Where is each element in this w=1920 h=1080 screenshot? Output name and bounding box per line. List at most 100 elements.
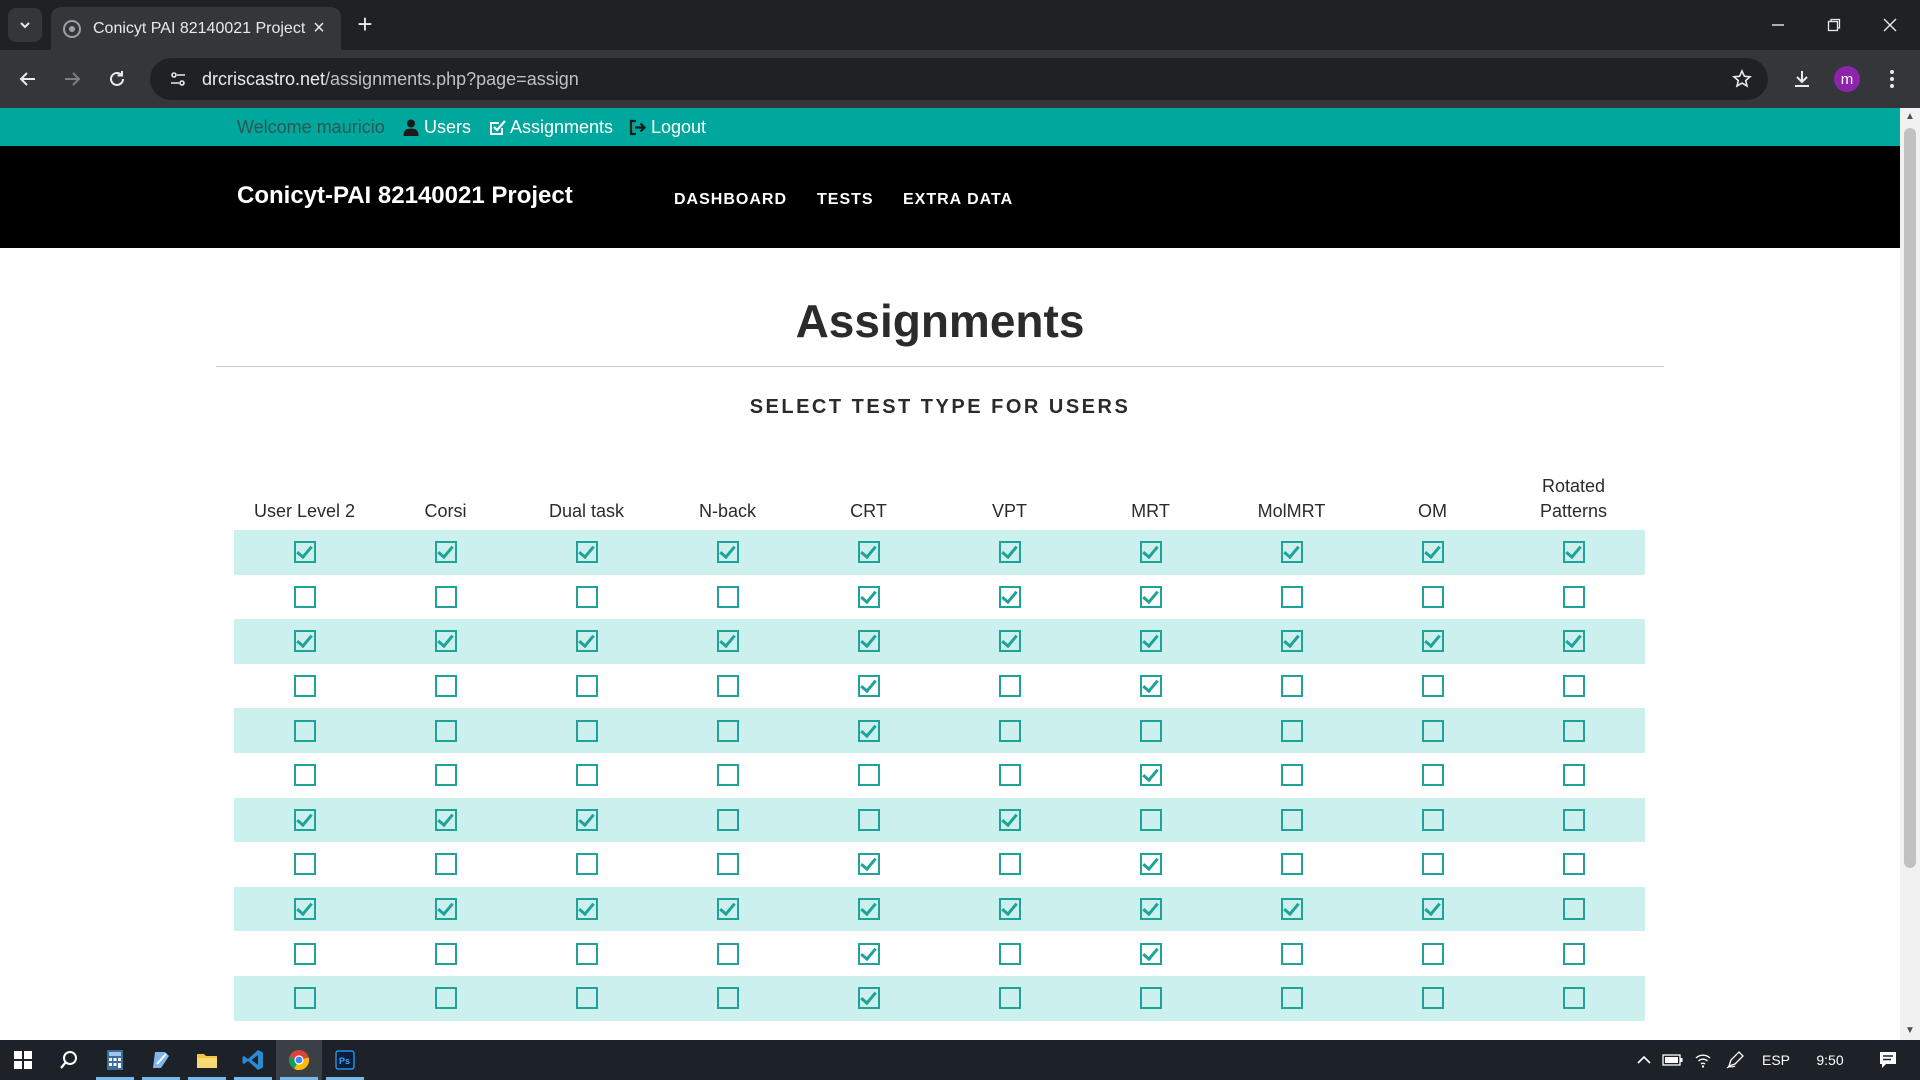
logout-link[interactable]: Logout — [629, 117, 706, 138]
checkbox-unchecked[interactable] — [1562, 942, 1585, 965]
checkbox-unchecked[interactable] — [1562, 898, 1585, 921]
url-text[interactable]: drcriscastro.net/assignments.php?page=as… — [202, 69, 579, 90]
checkbox-unchecked[interactable] — [1562, 719, 1585, 742]
checkbox-unchecked[interactable] — [434, 585, 457, 608]
checkbox-checked[interactable] — [293, 630, 316, 653]
checkbox-unchecked[interactable] — [716, 853, 739, 876]
checkbox-unchecked[interactable] — [1421, 675, 1444, 698]
checkbox-unchecked[interactable] — [575, 853, 598, 876]
checkbox-checked[interactable] — [1421, 898, 1444, 921]
checkbox-unchecked[interactable] — [998, 764, 1021, 787]
restore-button[interactable] — [1806, 0, 1862, 50]
checkbox-checked[interactable] — [434, 630, 457, 653]
checkbox-unchecked[interactable] — [1139, 987, 1162, 1010]
checkbox-checked[interactable] — [434, 808, 457, 831]
checkbox-unchecked[interactable] — [716, 764, 739, 787]
checkbox-unchecked[interactable] — [1280, 719, 1303, 742]
reload-button[interactable] — [101, 63, 133, 95]
checkbox-unchecked[interactable] — [293, 942, 316, 965]
checkbox-unchecked[interactable] — [575, 585, 598, 608]
checkbox-checked[interactable] — [1139, 585, 1162, 608]
checkbox-unchecked[interactable] — [1280, 675, 1303, 698]
nav-dashboard[interactable]: DASHBOARD — [674, 191, 787, 209]
checkbox-checked[interactable] — [857, 675, 880, 698]
checkbox-checked[interactable] — [998, 585, 1021, 608]
checkbox-unchecked[interactable] — [1280, 853, 1303, 876]
checkbox-checked[interactable] — [293, 541, 316, 564]
checkbox-unchecked[interactable] — [293, 987, 316, 1010]
checkbox-checked[interactable] — [434, 898, 457, 921]
checkbox-unchecked[interactable] — [1421, 987, 1444, 1010]
checkbox-unchecked[interactable] — [998, 719, 1021, 742]
checkbox-checked[interactable] — [575, 630, 598, 653]
minimize-button[interactable] — [1750, 0, 1806, 50]
checkbox-unchecked[interactable] — [1280, 808, 1303, 831]
checkbox-checked[interactable] — [575, 808, 598, 831]
assignments-link[interactable]: Assignments — [488, 117, 613, 138]
checkbox-unchecked[interactable] — [575, 987, 598, 1010]
search-button[interactable] — [46, 1040, 92, 1080]
checkbox-unchecked[interactable] — [716, 675, 739, 698]
checkbox-unchecked[interactable] — [293, 853, 316, 876]
tray-overflow-button[interactable] — [1632, 1040, 1656, 1080]
tab-close-icon[interactable]: × — [309, 17, 329, 40]
bookmark-star-icon[interactable] — [1730, 67, 1754, 91]
nav-extra-data[interactable]: EXTRA DATA — [903, 191, 1013, 209]
checkbox-unchecked[interactable] — [293, 719, 316, 742]
checkbox-unchecked[interactable] — [716, 942, 739, 965]
checkbox-checked[interactable] — [434, 541, 457, 564]
taskbar-photoshop[interactable]: Ps — [322, 1040, 368, 1080]
checkbox-unchecked[interactable] — [1139, 808, 1162, 831]
address-bar[interactable]: drcriscastro.net/assignments.php?page=as… — [150, 58, 1768, 100]
checkbox-unchecked[interactable] — [716, 808, 739, 831]
new-tab-button[interactable]: + — [352, 11, 378, 38]
page-scrollbar[interactable]: ▲ ▼ — [1900, 108, 1920, 1040]
start-button[interactable] — [0, 1040, 46, 1080]
users-link[interactable]: Users — [402, 117, 471, 138]
checkbox-unchecked[interactable] — [1562, 987, 1585, 1010]
taskbar-chrome[interactable] — [276, 1040, 322, 1080]
scroll-up-arrow[interactable]: ▲ — [1900, 108, 1920, 126]
checkbox-checked[interactable] — [1139, 853, 1162, 876]
checkbox-unchecked[interactable] — [716, 585, 739, 608]
notification-icon[interactable] — [1868, 1040, 1908, 1080]
checkbox-unchecked[interactable] — [434, 987, 457, 1010]
checkbox-unchecked[interactable] — [1280, 764, 1303, 787]
checkbox-checked[interactable] — [1421, 630, 1444, 653]
checkbox-unchecked[interactable] — [1562, 808, 1585, 831]
site-info-icon[interactable] — [164, 65, 192, 93]
checkbox-checked[interactable] — [1139, 898, 1162, 921]
checkbox-unchecked[interactable] — [575, 942, 598, 965]
checkbox-unchecked[interactable] — [1562, 675, 1585, 698]
wifi-icon[interactable] — [1690, 1040, 1716, 1080]
clock-time[interactable]: 9:50 — [1806, 1040, 1854, 1080]
close-window-button[interactable] — [1862, 0, 1918, 50]
checkbox-checked[interactable] — [998, 898, 1021, 921]
input-language[interactable]: ESP — [1756, 1040, 1796, 1080]
checkbox-checked[interactable] — [1139, 764, 1162, 787]
checkbox-checked[interactable] — [857, 898, 880, 921]
taskbar-calculator[interactable] — [92, 1040, 138, 1080]
checkbox-checked[interactable] — [857, 987, 880, 1010]
checkbox-unchecked[interactable] — [434, 853, 457, 876]
checkbox-unchecked[interactable] — [1421, 719, 1444, 742]
checkbox-unchecked[interactable] — [434, 942, 457, 965]
checkbox-unchecked[interactable] — [293, 585, 316, 608]
checkbox-checked[interactable] — [1139, 630, 1162, 653]
checkbox-unchecked[interactable] — [575, 764, 598, 787]
checkbox-checked[interactable] — [1139, 675, 1162, 698]
checkbox-unchecked[interactable] — [1562, 853, 1585, 876]
checkbox-unchecked[interactable] — [857, 764, 880, 787]
battery-icon[interactable] — [1660, 1040, 1686, 1080]
tab-search-button[interactable] — [8, 8, 42, 42]
checkbox-unchecked[interactable] — [716, 719, 739, 742]
checkbox-checked[interactable] — [1562, 630, 1585, 653]
checkbox-checked[interactable] — [1562, 541, 1585, 564]
checkbox-unchecked[interactable] — [1421, 808, 1444, 831]
checkbox-unchecked[interactable] — [575, 675, 598, 698]
checkbox-checked[interactable] — [998, 630, 1021, 653]
pen-icon[interactable] — [1722, 1040, 1748, 1080]
checkbox-checked[interactable] — [857, 719, 880, 742]
checkbox-unchecked[interactable] — [998, 942, 1021, 965]
taskbar-file-explorer[interactable] — [184, 1040, 230, 1080]
